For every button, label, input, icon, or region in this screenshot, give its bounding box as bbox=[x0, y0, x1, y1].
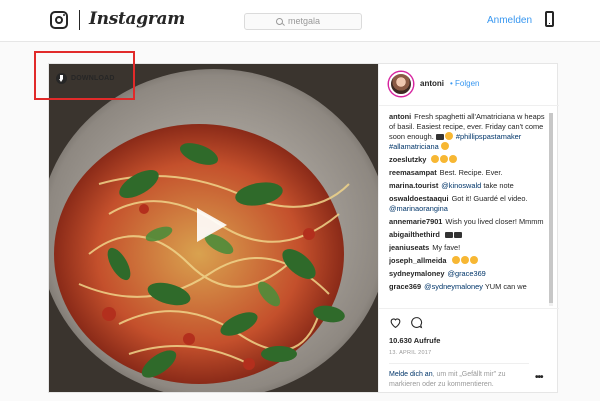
emoji-icon bbox=[453, 232, 462, 238]
emoji-icon bbox=[440, 142, 449, 150]
comment-username[interactable]: abigailthethird bbox=[389, 230, 440, 239]
instagram-wordmark[interactable]: Instagram bbox=[89, 9, 185, 29]
post-actions: 10.630 Aufrufe 13. APRIL 2017 Melde dich… bbox=[379, 308, 559, 392]
emoji-icon bbox=[451, 256, 460, 264]
top-navigation: Instagram metgala Anmelden bbox=[0, 0, 600, 42]
heart-icon[interactable] bbox=[389, 316, 402, 329]
search-icon bbox=[276, 18, 283, 25]
comment-item: reemasampat Best. Recipe. Ever. bbox=[389, 168, 549, 178]
scrollbar-thumb[interactable] bbox=[549, 113, 553, 303]
post-date: 13. APRIL 2017 bbox=[389, 350, 432, 356]
post-side-panel: antoni • Folgen antoni Fresh spaghetti al… bbox=[378, 64, 559, 392]
comment-text: Got it! Guardé el video. bbox=[451, 194, 528, 203]
author-avatar[interactable] bbox=[389, 72, 413, 96]
login-prompt: Melde dich an, um mit „Gefällt mir" zu m… bbox=[389, 363, 529, 390]
emoji-icon bbox=[460, 256, 469, 264]
comment-item: oswaldoestaaqui Got it! Guardé el video. … bbox=[389, 194, 549, 214]
comment-item: sydneymaloney @grace369 bbox=[389, 269, 549, 279]
emoji-icon bbox=[469, 256, 478, 264]
comment-item: grace369 @sydneymaloney YUM can we bbox=[389, 282, 549, 292]
comment-username[interactable]: jeaniuseats bbox=[389, 243, 429, 252]
comment-text: My fave! bbox=[432, 243, 461, 252]
comment-icon[interactable] bbox=[410, 316, 423, 329]
post-caption: antoni Fresh spaghetti all'Amatriciana w … bbox=[389, 112, 549, 152]
comment-item: annemarie7901 Wish you lived closer! Mmmm bbox=[389, 217, 549, 227]
nav-divider bbox=[79, 10, 80, 30]
follow-button[interactable]: • Folgen bbox=[450, 79, 480, 88]
download-button[interactable]: DOWNLOAD bbox=[56, 71, 115, 85]
emoji-icon bbox=[440, 155, 449, 163]
comment-mention[interactable]: @marinaorangina bbox=[389, 204, 448, 213]
comments-scrollbar[interactable] bbox=[549, 113, 553, 306]
comment-username[interactable]: zoeslutzky bbox=[389, 155, 426, 164]
comment-username[interactable]: sydneymaloney bbox=[389, 269, 444, 278]
comment-username[interactable]: marina.tourist bbox=[389, 181, 438, 190]
comment-item: abigailthethird bbox=[389, 230, 549, 240]
download-label: DOWNLOAD bbox=[71, 74, 115, 82]
comment-mention[interactable]: @kinoswald bbox=[441, 181, 481, 190]
emoji-icon bbox=[444, 232, 453, 238]
comment-username[interactable]: grace369 bbox=[389, 282, 421, 291]
play-icon[interactable] bbox=[197, 208, 227, 242]
comment-text: YUM can we bbox=[484, 282, 527, 291]
emoji-icon bbox=[431, 155, 440, 163]
download-icon bbox=[56, 72, 67, 84]
post-video[interactable] bbox=[49, 64, 378, 392]
login-prompt-link[interactable]: Melde dich an bbox=[389, 371, 433, 378]
search-value: metgala bbox=[288, 16, 321, 26]
emoji-icon bbox=[444, 132, 453, 140]
view-count: 10.630 Aufrufe bbox=[389, 336, 441, 345]
comment-item: marina.tourist @kinoswald take note bbox=[389, 181, 549, 191]
comment-mention[interactable]: @sydneymaloney bbox=[424, 282, 483, 291]
author-username[interactable]: antoni bbox=[420, 79, 444, 88]
caption-username[interactable]: antoni bbox=[389, 112, 411, 121]
comment-username[interactable]: joseph_allmeida bbox=[389, 256, 447, 265]
mobile-phone-icon[interactable] bbox=[545, 11, 554, 27]
comment-text: Best. Recipe. Ever. bbox=[439, 168, 503, 177]
follow-label: Folgen bbox=[455, 79, 480, 88]
comment-username[interactable]: reemasampat bbox=[389, 168, 437, 177]
comment-text: Wish you lived closer! Mmmm bbox=[445, 217, 544, 226]
search-input[interactable]: metgala bbox=[244, 13, 362, 30]
post-header: antoni • Folgen bbox=[379, 64, 559, 106]
instagram-glyph-icon[interactable] bbox=[50, 11, 68, 29]
comments-list[interactable]: antoni Fresh spaghetti all'Amatriciana w … bbox=[389, 112, 549, 306]
comment-mention[interactable]: @grace369 bbox=[447, 269, 485, 278]
comment-username[interactable]: annemarie7901 bbox=[389, 217, 442, 226]
emoji-icon bbox=[435, 134, 444, 140]
more-options-icon[interactable]: ••• bbox=[535, 372, 543, 383]
post-card: antoni • Folgen antoni Fresh spaghetti al… bbox=[48, 63, 559, 393]
comment-item: jeaniuseats My fave! bbox=[389, 243, 549, 253]
comment-username[interactable]: oswaldoestaaqui bbox=[389, 194, 449, 203]
comment-text: take note bbox=[483, 181, 514, 190]
login-link[interactable]: Anmelden bbox=[487, 15, 532, 26]
emoji-icon bbox=[449, 155, 458, 163]
comment-item: joseph_allmeida bbox=[389, 256, 549, 266]
comment-item: zoeslutzky bbox=[389, 155, 549, 165]
